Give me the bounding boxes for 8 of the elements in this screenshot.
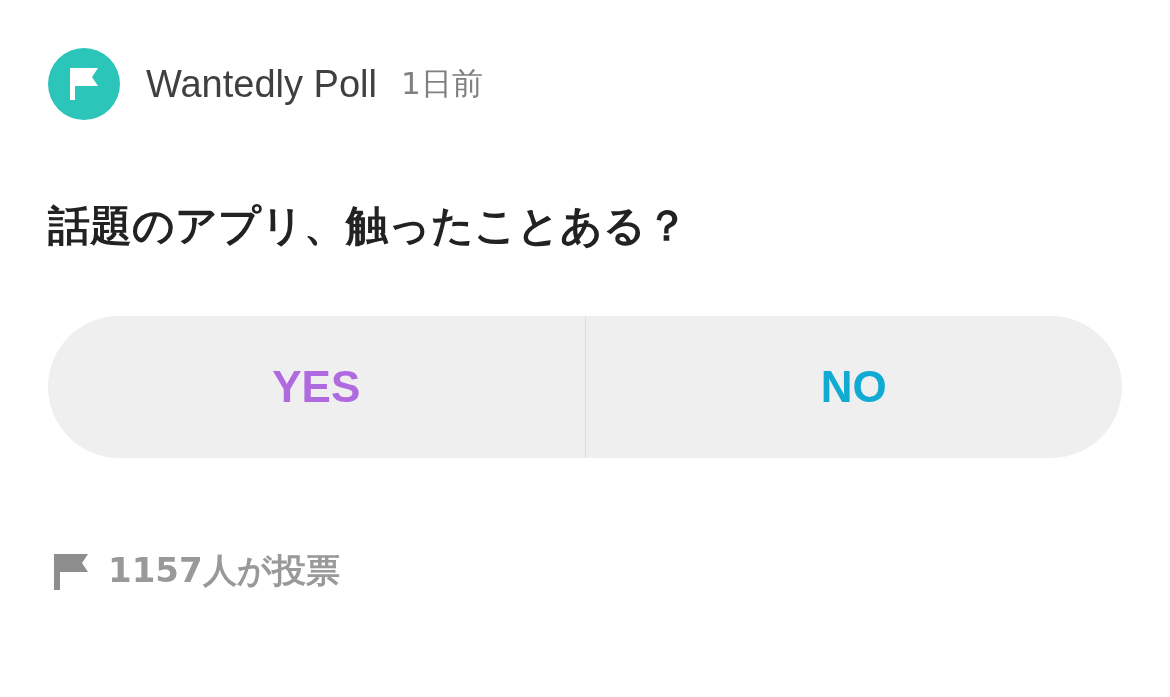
poll-option[interactable]: YES [48,316,585,458]
vote-count: 1157人が投票 [108,549,340,592]
author-name: Wantedly Poll [146,62,377,106]
poll-question: 話題のアプリ、触ったことある？ [48,200,689,252]
flag-icon [52,552,90,590]
poll-option[interactable]: NO [585,316,1122,458]
post-time: 1日前 [400,64,483,103]
flag-avatar-icon [48,48,120,120]
